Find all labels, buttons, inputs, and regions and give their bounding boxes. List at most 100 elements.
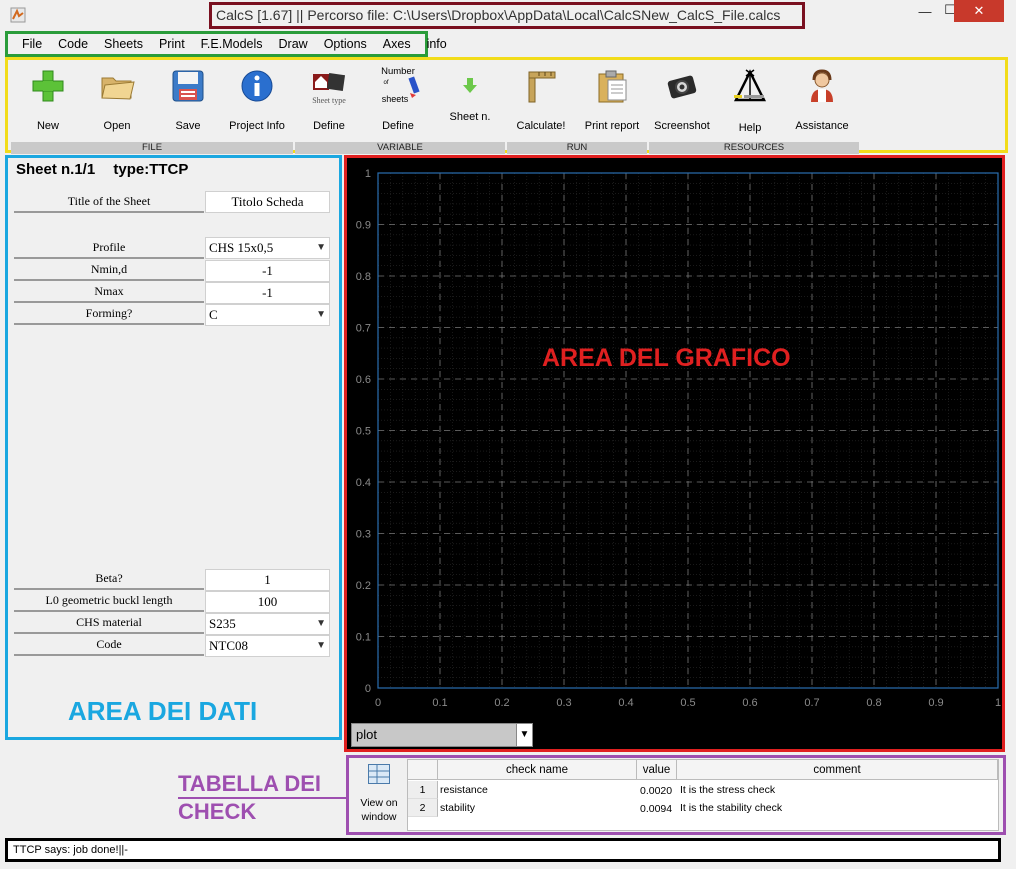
x-tick-label: 0.3 (556, 697, 571, 709)
ruler-icon (528, 71, 556, 103)
group-file: FILE (11, 142, 293, 154)
camera-icon (667, 75, 697, 99)
table-window-icon (368, 764, 390, 784)
forming-value: C (209, 307, 218, 322)
data-area-panel: Sheet n.1/1 type:TTCP Title of the Sheet… (5, 155, 342, 740)
view-button-line2: window (361, 811, 397, 823)
floppy-disk-icon (172, 70, 204, 102)
y-tick-label: 0.6 (356, 374, 371, 386)
view-on-window-button[interactable]: View on window (353, 761, 405, 831)
support-agent-icon (811, 69, 833, 102)
menu-sheets[interactable]: Sheets (96, 34, 151, 54)
menu-info[interactable]: info (419, 34, 455, 54)
beta-label: Beta? (14, 569, 204, 590)
project-info-button[interactable]: Project Info (217, 60, 297, 140)
check-table-annotation-line1: TABELLA DEI (178, 771, 321, 796)
number-sheets-text-c: sheets (381, 94, 409, 104)
info-icon (241, 70, 273, 102)
l0-length-input[interactable]: 100 (205, 591, 330, 613)
tent-logo-icon (733, 69, 767, 102)
plus-icon (32, 70, 64, 102)
print-report-label: Print report (584, 120, 640, 132)
chs-material-select[interactable]: S235 ▼ (205, 613, 330, 635)
beta-input[interactable]: 1 (205, 569, 330, 591)
window-title: CalcS [1.67] || Percorso file: C:\Users\… (209, 2, 805, 29)
sheet-number-button[interactable]: Sheet n. (430, 60, 510, 140)
table-corner (408, 760, 438, 780)
chs-material-label: CHS material (14, 613, 204, 634)
plot-axes[interactable]: 0 0.1 0.2 0.3 0.4 0.5 0.6 0.7 0.8 0.9 1 0 0.1 0.2 0.3 0… (347, 158, 1002, 718)
profile-value: CHS 15x0,5 (209, 240, 274, 255)
chevron-down-icon: ▼ (316, 618, 326, 629)
folder-icon (101, 77, 135, 100)
menu-options[interactable]: Options (316, 34, 375, 54)
check-value-cell: 0.0020 (640, 785, 673, 797)
check-name-cell: resistance (440, 784, 488, 796)
code-value: NTC08 (209, 638, 248, 653)
group-variable: VARIABLE (295, 142, 505, 154)
menu-fe-models[interactable]: F.E.Models (193, 34, 271, 54)
code-label: Code (14, 635, 204, 656)
new-button[interactable]: New (8, 60, 88, 140)
column-header-value[interactable]: value (637, 760, 677, 780)
group-resources: RESOURCES (649, 142, 859, 154)
menu-draw[interactable]: Draw (271, 34, 316, 54)
x-tick-label: 0.9 (928, 697, 943, 709)
menu-print[interactable]: Print (151, 34, 193, 54)
check-table-panel: View on window check name value comment … (346, 755, 1006, 835)
minimize-icon[interactable]: — (915, 4, 935, 20)
data-area-annotation: AREA DEI DATI (68, 696, 258, 726)
group-run: RUN (507, 142, 647, 154)
profile-select[interactable]: CHS 15x0,5 ▼ (205, 237, 330, 259)
title-of-sheet-input[interactable]: Titolo Scheda (205, 191, 330, 213)
assistance-label: Assistance (795, 120, 849, 132)
column-header-check-name[interactable]: check name (438, 760, 637, 780)
status-bar: TTCP says: job done!||- (5, 838, 1001, 862)
plot-type-select[interactable]: plot ▼ (351, 723, 533, 747)
plot-type-value: plot (356, 727, 377, 742)
chs-material-value: S235 (209, 616, 236, 631)
chevron-down-icon: ▼ (516, 724, 532, 746)
code-select[interactable]: NTC08 ▼ (205, 635, 330, 657)
save-button[interactable]: Save (148, 60, 228, 140)
row-number: 1 (408, 781, 438, 799)
chevron-down-icon: ▼ (316, 309, 326, 320)
project-info-label: Project Info (229, 120, 285, 132)
y-tick-label: 0.3 (356, 529, 371, 541)
save-label: Save (175, 120, 201, 132)
x-tick-label: 0.6 (742, 697, 757, 709)
check-comment-cell: It is the stress check (680, 784, 776, 796)
y-tick-label: 0 (365, 683, 371, 695)
calculate-button[interactable]: Calculate! (501, 60, 581, 140)
app-icon (10, 7, 26, 23)
check-comment-cell: It is the stability check (680, 802, 783, 814)
sheets-pencil-icon (408, 76, 420, 98)
forming-select[interactable]: C ▼ (205, 304, 330, 326)
y-tick-label: 0.8 (356, 271, 371, 283)
nmax-input[interactable]: -1 (205, 282, 330, 304)
x-tick-label: 0.5 (680, 697, 695, 709)
sheet-header: Sheet n.1/1 type:TTCP (16, 161, 202, 178)
help-button[interactable]: Help (710, 60, 790, 140)
assistance-button[interactable]: Assistance (782, 60, 862, 140)
x-tick-label: 0.7 (804, 697, 819, 709)
nmind-input[interactable]: -1 (205, 260, 330, 282)
x-tick-label: 1 (995, 697, 1001, 709)
menu-file[interactable]: File (14, 34, 50, 54)
define-variable-button[interactable]: Number of sheets Define (358, 60, 438, 140)
define-variable-label: Define (382, 120, 414, 132)
menu-bar: File Code Sheets Print F.E.Models Draw O… (5, 31, 447, 57)
menu-code[interactable]: Code (50, 34, 96, 54)
sheet-type: type:TTCP (113, 161, 189, 178)
open-button[interactable]: Open (77, 60, 157, 140)
y-tick-label: 0.2 (356, 580, 371, 592)
close-icon[interactable]: ✕ (954, 0, 1004, 22)
title-of-sheet-label: Title of the Sheet (14, 192, 204, 213)
new-label: New (36, 120, 59, 132)
menu-axes[interactable]: Axes (375, 34, 419, 54)
column-header-comment[interactable]: comment (677, 760, 998, 780)
y-tick-label: 0.5 (356, 426, 371, 438)
print-report-button[interactable]: Print report (572, 60, 652, 140)
x-tick-label: 0.2 (494, 697, 509, 709)
check-table-pointer (178, 797, 348, 799)
